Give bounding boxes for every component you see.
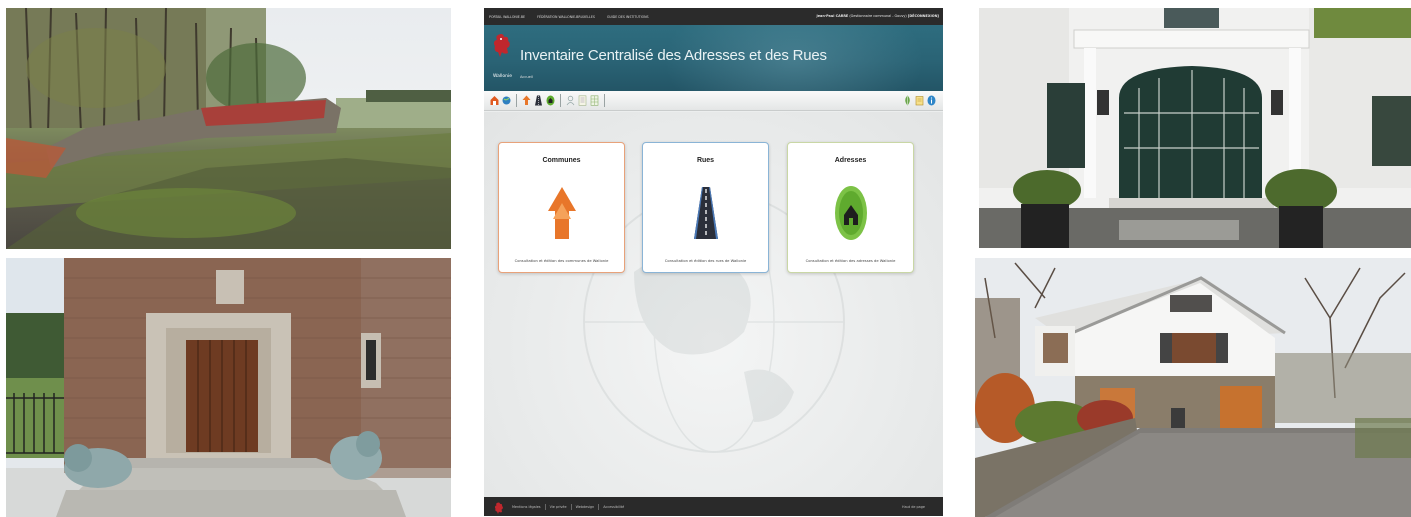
card-communes[interactable]: Communes Consultation et édition des com… — [498, 142, 625, 273]
photo-house-garages — [975, 258, 1411, 517]
card-rues[interactable]: Rues Consultation et édition des rues de… — [642, 142, 769, 273]
user-info: Jean-Paul CARRE (Gestionnaire communal -… — [816, 14, 939, 18]
toolbar-separator — [604, 94, 605, 107]
footer-link-privacy[interactable]: Vie privée — [550, 505, 567, 509]
commune-arrow-icon[interactable] — [522, 94, 531, 107]
user-role: (Gestionnaire communal - Gouvy) — [849, 14, 907, 18]
nav-link-federation[interactable]: Fédération Wallonie-Bruxelles — [537, 15, 595, 19]
address-house-icon — [788, 185, 913, 241]
toolbar-right-group — [903, 94, 939, 107]
footer-link-legal[interactable]: Mentions légales — [512, 505, 541, 509]
toolbar-separator — [516, 94, 517, 107]
card-description: Consultation et édition des communes de … — [514, 259, 609, 263]
region-label: Wallonie — [493, 74, 513, 79]
nav-link-guide[interactable]: Guide des institutions — [607, 15, 649, 19]
top-navigation: Portail Wallonie.be Fédération Wallonie-… — [484, 8, 943, 25]
road-icon[interactable] — [534, 94, 543, 107]
footer-link-accessibility[interactable]: Accessibilité — [603, 505, 624, 509]
commune-arrow-icon — [499, 185, 624, 241]
card-adresses[interactable]: Adresses Consultation et édition des adr… — [787, 142, 914, 273]
document-list-icon[interactable] — [578, 94, 587, 107]
toolbar-separator — [560, 94, 561, 107]
nav-link-wallonie[interactable]: Portail Wallonie.be — [489, 15, 525, 19]
footer-separator — [544, 503, 546, 510]
info-icon[interactable] — [927, 94, 936, 107]
footer-separator — [598, 503, 600, 510]
logout-link[interactable]: [DÉCONNEXION] — [908, 14, 939, 18]
user-name: Jean-Paul CARRE — [816, 14, 849, 18]
page-title: Inventaire Centralisé des Adresses et de… — [520, 47, 827, 64]
toolbar — [484, 91, 943, 111]
footer: Mentions légales Vie privée Webdesign Ac… — [484, 497, 943, 516]
card-title: Adresses — [834, 157, 867, 164]
card-description: Consultation et édition des adresses de … — [805, 259, 896, 263]
card-title: Rues — [696, 157, 715, 164]
notes-icon[interactable] — [915, 94, 924, 107]
back-to-top-link[interactable]: Haut de page — [902, 505, 925, 509]
breadcrumb-home[interactable]: Accueil — [520, 75, 533, 79]
photo-ruins-field — [6, 8, 451, 249]
road-icon — [643, 185, 768, 241]
footer-link-webdesign[interactable]: Webdesign — [576, 505, 595, 509]
wallonie-rooster-logo[interactable] — [492, 33, 512, 63]
card-description: Consultation et édition des rues de Wall… — [664, 259, 747, 263]
main-workspace: Communes Consultation et édition des com… — [484, 112, 943, 497]
home-icon[interactable] — [490, 94, 499, 107]
header-banner: Inventaire Centralisé des Adresses et de… — [484, 25, 943, 91]
footer-rooster-logo — [494, 500, 504, 516]
card-title: Communes — [542, 157, 581, 164]
photo-tower-entrance — [6, 258, 451, 517]
address-house-icon[interactable] — [546, 94, 555, 107]
user-profile-icon[interactable] — [566, 94, 575, 107]
globe-icon[interactable] — [502, 94, 511, 107]
map-leaf-icon[interactable] — [903, 94, 912, 107]
table-icon[interactable] — [590, 94, 599, 107]
footer-separator — [570, 503, 572, 510]
app-screenshot: Portail Wallonie.be Fédération Wallonie-… — [484, 8, 943, 516]
photo-house-arched-door — [979, 8, 1411, 248]
